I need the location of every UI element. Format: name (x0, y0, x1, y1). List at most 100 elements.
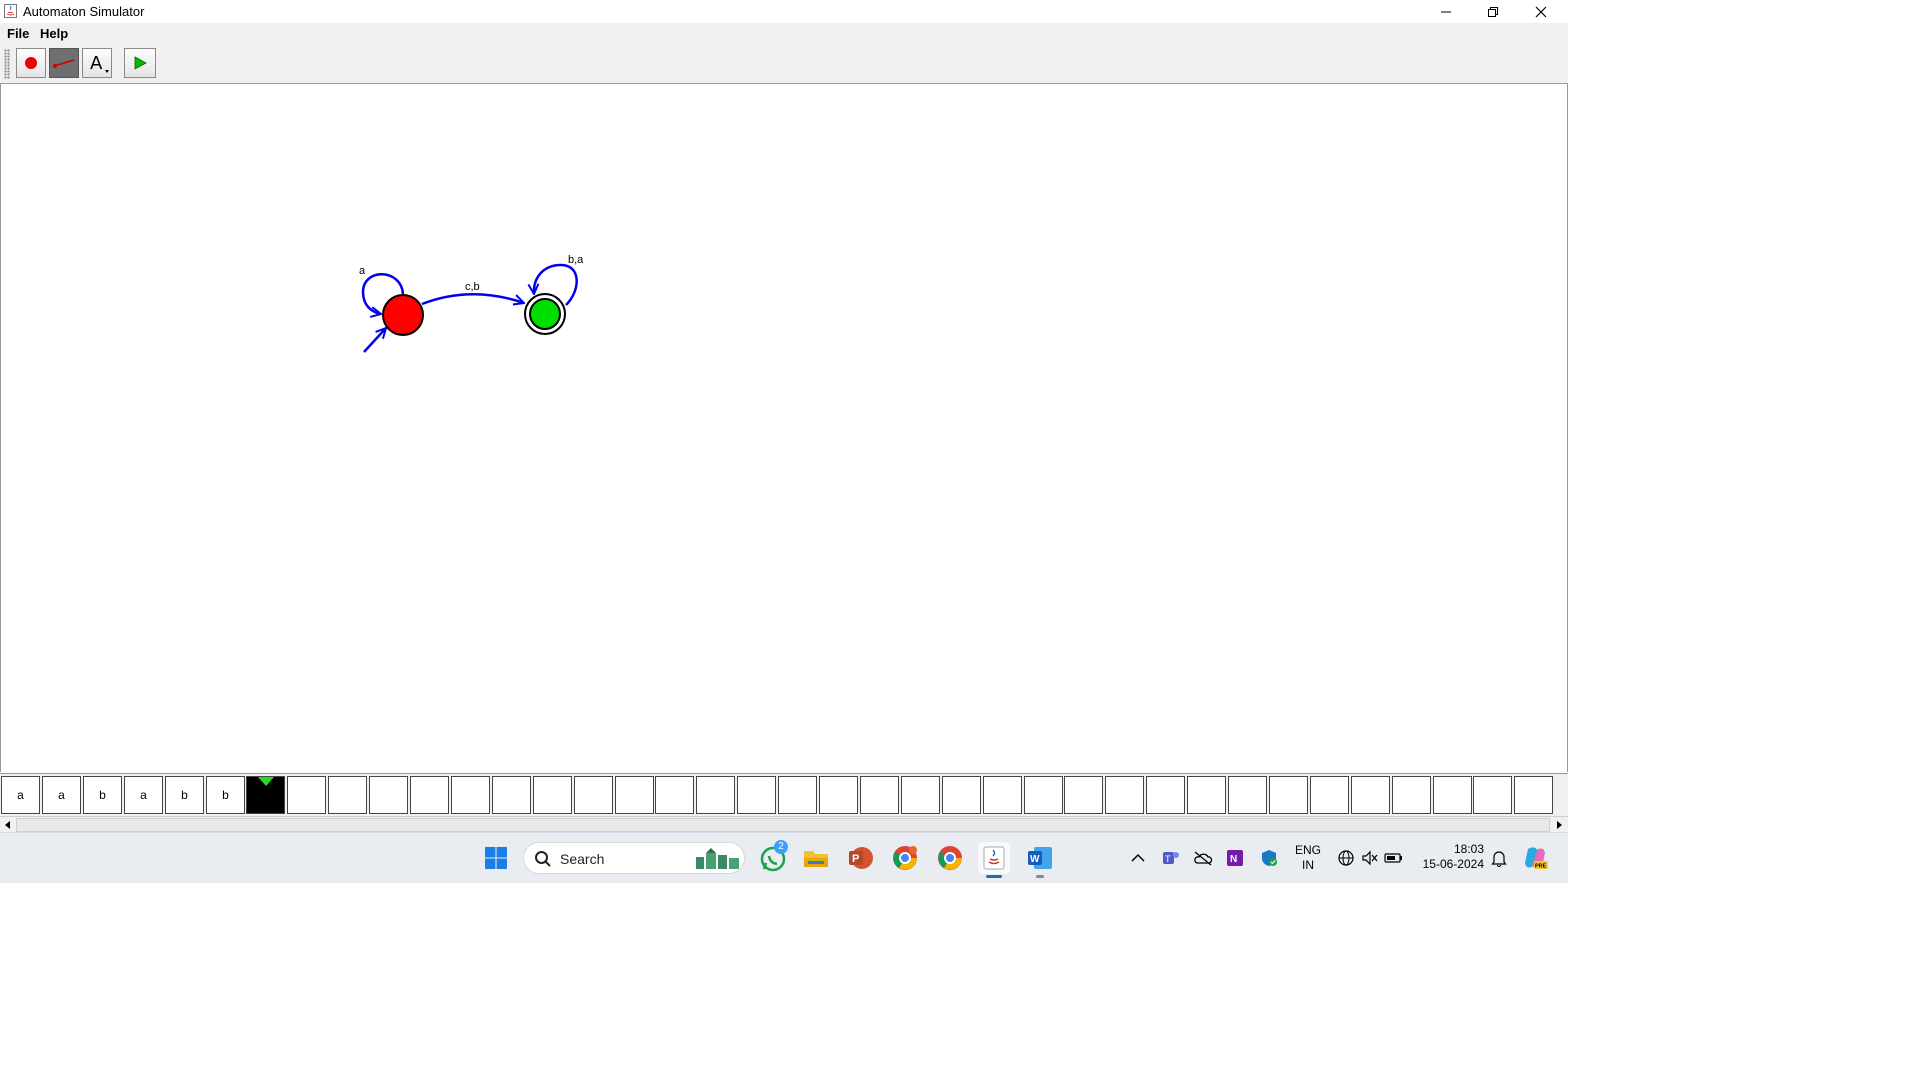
tape-cell[interactable] (819, 776, 858, 814)
run-simulation-button[interactable] (124, 48, 156, 78)
state-q1[interactable] (529, 298, 561, 330)
add-transition-tool-button[interactable] (49, 48, 79, 78)
transition-label-q0-q1: c,b (465, 281, 480, 293)
start-button[interactable] (480, 842, 512, 874)
chrome-taskbar-icon[interactable] (934, 842, 966, 874)
tape-cell[interactable] (287, 776, 326, 814)
tape-cell[interactable] (451, 776, 490, 814)
close-icon (1535, 6, 1547, 17)
tape-cell[interactable] (983, 776, 1022, 814)
tape-cell[interactable] (901, 776, 940, 814)
svg-text:W: W (1030, 854, 1040, 865)
tape-cell[interactable] (410, 776, 449, 814)
close-button[interactable] (1518, 0, 1564, 23)
java-app-icon (4, 4, 17, 18)
tape-cell[interactable] (1433, 776, 1472, 814)
tape-cell[interactable] (1146, 776, 1185, 814)
chrome-profile-taskbar-icon[interactable] (889, 842, 921, 874)
svg-text:PRE: PRE (1535, 864, 1547, 870)
tape-cell[interactable] (533, 776, 572, 814)
svg-text:T: T (1165, 854, 1171, 864)
svg-text:A: A (90, 53, 103, 74)
language-indicator[interactable]: ENG IN (1292, 843, 1324, 873)
tape-cell[interactable] (655, 776, 694, 814)
tape-cell[interactable] (778, 776, 817, 814)
battery-icon (1384, 853, 1402, 863)
show-hidden-icons-button[interactable] (1122, 842, 1154, 874)
tape-cell-head[interactable] (246, 776, 285, 814)
teams-icon: T (1163, 852, 1179, 864)
tape-cell[interactable] (1310, 776, 1349, 814)
tape-cell[interactable] (574, 776, 613, 814)
add-state-tool-button[interactable] (16, 48, 46, 78)
clock-time: 18:03 (1453, 842, 1484, 856)
search-placeholder: Search (560, 851, 605, 867)
powerpoint-taskbar-icon[interactable]: P (844, 842, 876, 874)
onenote-tray-icon[interactable]: N (1219, 842, 1251, 874)
tape-cell[interactable] (696, 776, 735, 814)
java-taskbar-icon[interactable] (978, 842, 1010, 878)
whatsapp-badge: 2 (774, 840, 788, 854)
restore-button[interactable] (1470, 0, 1516, 23)
toolbar-grip[interactable] (4, 49, 10, 79)
java-icon (983, 846, 1005, 870)
tape-cell[interactable] (1105, 776, 1144, 814)
tape-cell[interactable] (369, 776, 408, 814)
tape-cell[interactable] (1473, 776, 1512, 814)
automaton-canvas[interactable]: a c,b b,a (0, 84, 1568, 772)
onedrive-tray-icon[interactable] (1187, 842, 1219, 874)
tape-cell[interactable] (1514, 776, 1553, 814)
tape-head-marker-icon (258, 777, 274, 786)
menu-bar (0, 23, 1568, 45)
transition-q0-q1[interactable] (421, 293, 524, 304)
tape-cell[interactable] (492, 776, 531, 814)
volume-muted-icon (1362, 850, 1378, 866)
security-tray-icon[interactable] (1253, 842, 1285, 874)
tape-cell[interactable] (1351, 776, 1390, 814)
tape-cell[interactable]: a (42, 776, 81, 814)
word-icon: W (1028, 847, 1052, 869)
file-explorer-taskbar-icon[interactable] (800, 842, 832, 874)
teams-tray-icon[interactable]: T (1155, 842, 1187, 874)
tape-cell[interactable] (1187, 776, 1226, 814)
tape-cell[interactable] (615, 776, 654, 814)
tape-cell[interactable] (737, 776, 776, 814)
tape-cell[interactable] (1228, 776, 1267, 814)
tape-cell[interactable]: a (124, 776, 163, 814)
word-taskbar-icon[interactable]: W (1024, 842, 1056, 878)
tape-cell[interactable] (1064, 776, 1103, 814)
globe-icon (1338, 850, 1354, 866)
scroll-left-icon (5, 821, 10, 829)
tape-cell[interactable]: a (1, 776, 40, 814)
copilot-button[interactable]: PRE (1519, 842, 1551, 874)
letter-a-icon: A (90, 53, 109, 74)
folder-icon (804, 851, 828, 867)
tape-scrollbar[interactable] (0, 816, 1568, 833)
battery-tray-icon[interactable] (1378, 842, 1410, 874)
scroll-left-button[interactable] (0, 817, 16, 833)
play-icon (134, 56, 147, 70)
tape-cell[interactable] (942, 776, 981, 814)
tape-cell[interactable] (1024, 776, 1063, 814)
notifications-button[interactable] (1483, 842, 1515, 874)
tape-cell[interactable] (328, 776, 367, 814)
menu-help[interactable]: Help (40, 26, 68, 41)
tape-cell[interactable]: b (206, 776, 245, 814)
add-label-tool-button[interactable]: A (82, 48, 112, 78)
restore-icon (1488, 6, 1498, 17)
state-q0[interactable] (382, 294, 424, 336)
whatsapp-taskbar-icon[interactable]: 2 (757, 840, 789, 874)
taskbar-search[interactable]: Search (523, 842, 745, 874)
tape-cell[interactable]: b (165, 776, 204, 814)
tape-cell[interactable] (1392, 776, 1431, 814)
active-app-indicator (986, 875, 1002, 878)
minimize-button[interactable] (1423, 0, 1469, 23)
menu-file[interactable]: File (7, 26, 29, 41)
clock[interactable]: 18:03 15-06-2024 (1414, 842, 1484, 872)
tape-cell[interactable] (1269, 776, 1308, 814)
scroll-right-button[interactable] (1551, 817, 1567, 833)
chrome-icon (893, 846, 917, 870)
tape-cell[interactable]: b (83, 776, 122, 814)
tape-cell[interactable] (860, 776, 899, 814)
scroll-track[interactable] (16, 818, 1550, 832)
